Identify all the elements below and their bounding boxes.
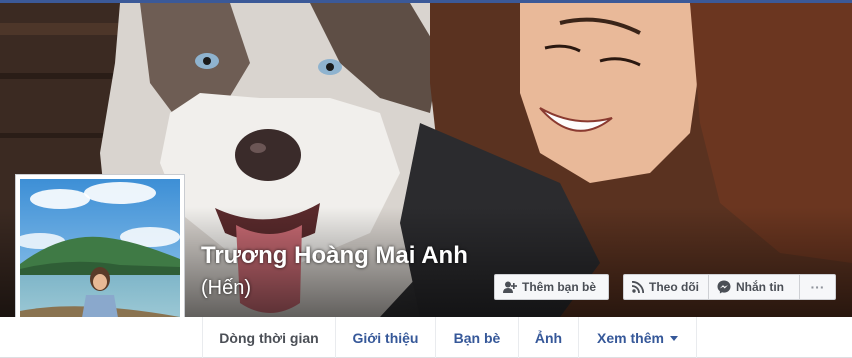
tab-about[interactable]: Giới thiệu (336, 317, 436, 358)
add-friend-button[interactable]: Thêm bạn bè (494, 274, 609, 300)
messenger-icon (717, 280, 731, 294)
tab-timeline-label: Dòng thời gian (219, 329, 319, 346)
add-friend-icon (503, 281, 517, 293)
follow-label: Theo dõi (649, 280, 699, 294)
profile-name[interactable]: Trương Hoàng Mai Anh (201, 242, 468, 270)
tab-timeline[interactable]: Dòng thời gian (202, 317, 336, 358)
profile-picture-image (20, 179, 180, 335)
message-button[interactable]: Nhắn tin (708, 274, 800, 300)
tab-friends-label: Bạn bè (453, 329, 501, 346)
tab-friends[interactable]: Bạn bè (436, 317, 519, 358)
more-options-icon: ··· (810, 279, 825, 295)
add-friend-label: Thêm bạn bè (522, 280, 597, 294)
tab-photos[interactable]: Ảnh (519, 317, 579, 358)
tab-more[interactable]: Xem thêm (579, 317, 697, 358)
message-label: Nhắn tin (736, 280, 784, 294)
tab-photos-label: Ảnh (534, 329, 563, 346)
caret-down-icon (669, 336, 678, 341)
tab-more-label: Xem thêm (597, 329, 664, 346)
profile-nav-bar: Dòng thời gian Giới thiệu Bạn bè Ảnh Xem… (0, 317, 852, 358)
follow-button[interactable]: Theo dõi (623, 274, 709, 300)
rss-icon (632, 281, 644, 293)
profile-alternate-name: (Hến) (201, 277, 252, 299)
more-options-button[interactable]: ··· (799, 274, 836, 300)
profile-picture[interactable] (15, 174, 185, 340)
tab-about-label: Giới thiệu (352, 329, 419, 346)
